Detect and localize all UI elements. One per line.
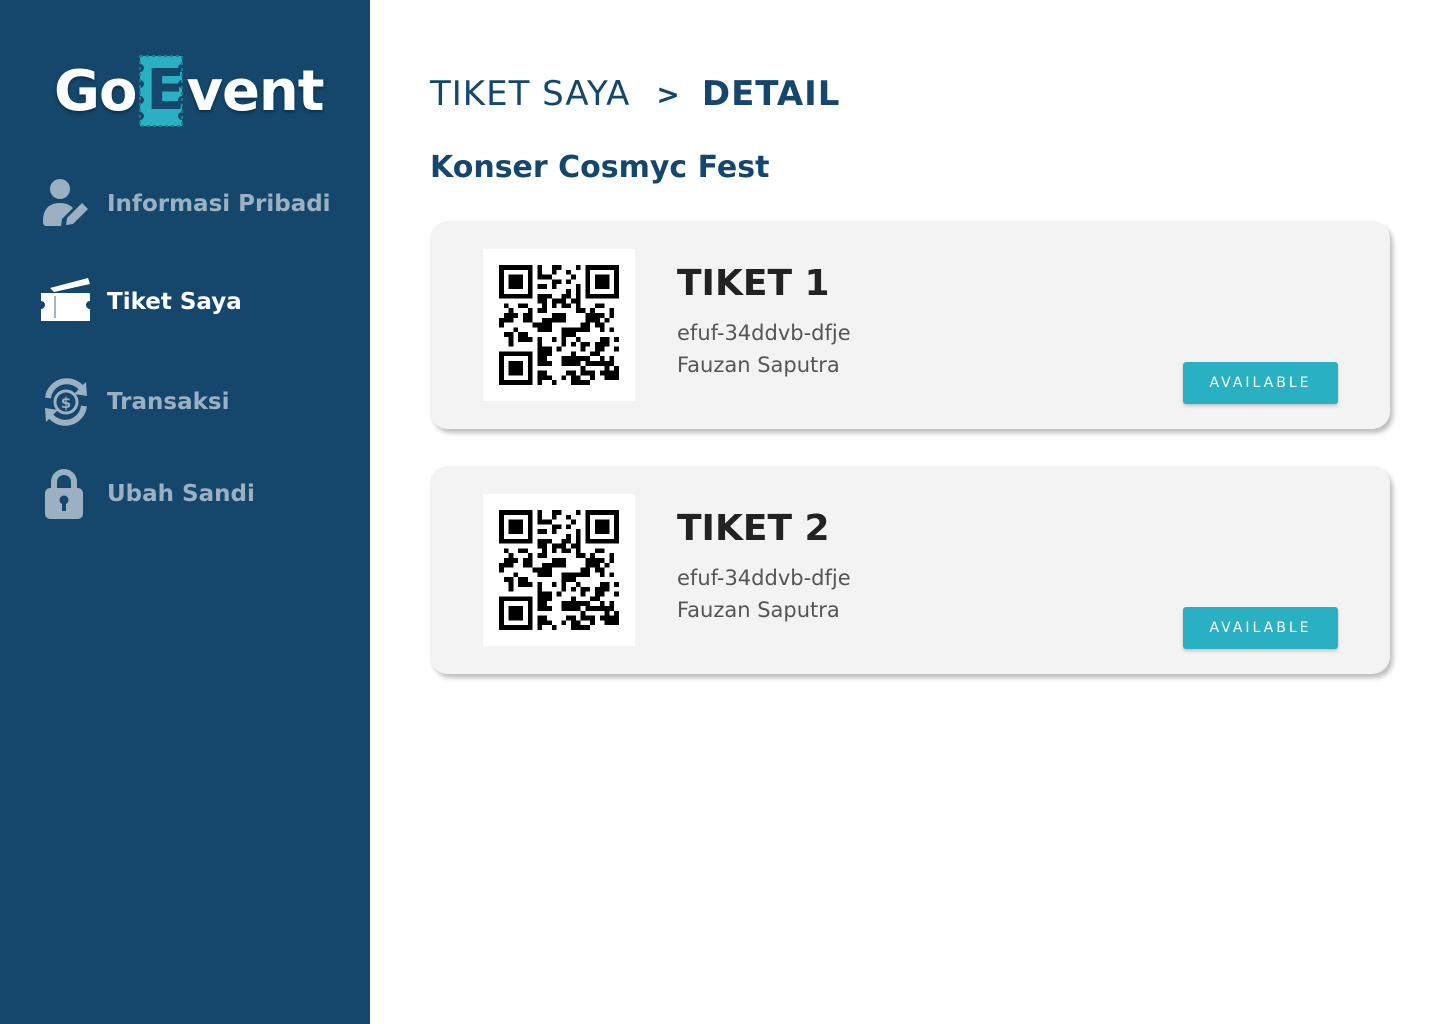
logo-ticket-e: E <box>138 54 185 128</box>
ticket-icon <box>40 276 92 328</box>
ticket-owner: Fauzan Saputra <box>677 353 840 377</box>
qr-code-icon <box>499 510 619 630</box>
main-content: TIKET SAYA > DETAIL Konser Cosmyc Fest T… <box>370 0 1440 1024</box>
qr-code <box>483 494 635 646</box>
logo[interactable]: Go E vent <box>54 52 325 130</box>
ticket-name: TIKET 1 <box>677 263 830 304</box>
breadcrumb-separator: > <box>656 77 680 111</box>
user-edit-icon <box>40 178 92 230</box>
logo-text-vent: vent <box>186 58 324 124</box>
transaction-icon: $ <box>40 376 92 428</box>
qr-code <box>483 249 635 401</box>
status-available-button[interactable]: AVAILABLE <box>1183 362 1338 404</box>
ticket-name: TIKET 2 <box>677 508 830 549</box>
ticket-code: efuf-34ddvb-dfje <box>677 566 851 590</box>
logo-letter-e: E <box>146 58 184 123</box>
logo-text-go: Go <box>54 58 137 124</box>
app-root: Go E vent Informasi Pribadi Tiket Saya $… <box>0 0 1440 1024</box>
sidebar-item-label: Ubah Sandi <box>107 481 255 507</box>
sidebar-item-tiket-saya[interactable]: Tiket Saya <box>40 274 242 330</box>
svg-text:$: $ <box>61 394 71 412</box>
sidebar: Go E vent Informasi Pribadi Tiket Saya $… <box>0 0 370 1024</box>
status-available-button[interactable]: AVAILABLE <box>1183 607 1338 649</box>
breadcrumb-current: DETAIL <box>701 74 841 114</box>
ticket-card: TIKET 1 efuf-34ddvb-dfje Fauzan Saputra … <box>430 221 1390 429</box>
lock-icon <box>40 468 92 520</box>
sidebar-item-label: Tiket Saya <box>107 289 242 315</box>
ticket-card: TIKET 2 efuf-34ddvb-dfje Fauzan Saputra … <box>430 466 1390 674</box>
sidebar-item-label: Transaksi <box>107 389 230 415</box>
event-title: Konser Cosmyc Fest <box>430 150 770 185</box>
ticket-code: efuf-34ddvb-dfje <box>677 321 851 345</box>
sidebar-item-ubah-sandi[interactable]: Ubah Sandi <box>40 466 255 522</box>
qr-code-icon <box>499 265 619 385</box>
breadcrumb: TIKET SAYA > DETAIL <box>430 74 840 114</box>
sidebar-item-label: Informasi Pribadi <box>107 191 331 217</box>
sidebar-item-informasi-pribadi[interactable]: Informasi Pribadi <box>40 176 331 232</box>
breadcrumb-parent-link[interactable]: TIKET SAYA <box>430 74 630 114</box>
ticket-owner: Fauzan Saputra <box>677 598 840 622</box>
sidebar-item-transaksi[interactable]: $ Transaksi <box>40 374 229 430</box>
